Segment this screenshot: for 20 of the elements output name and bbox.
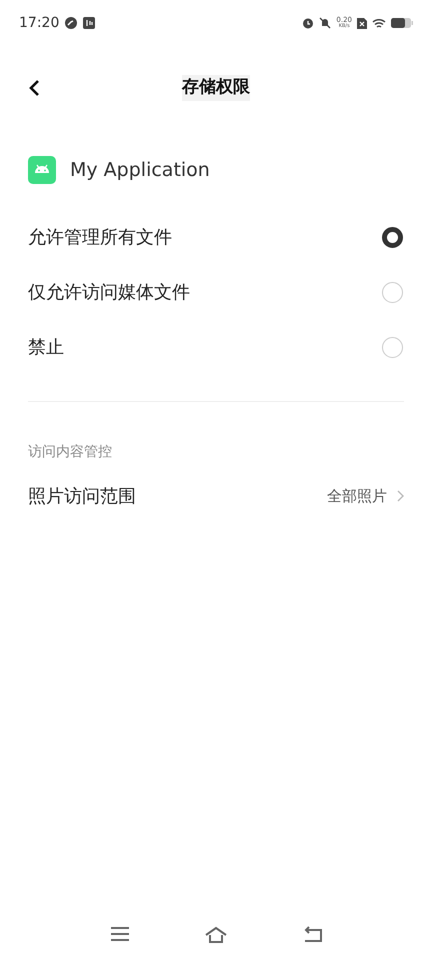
android-app-icon [28,156,56,184]
back-icon[interactable] [302,926,322,943]
setting-label[interactable]: 照片访问范围 [28,482,136,510]
setting-value: 全部照片 [327,486,387,507]
wifi-icon [372,18,386,28]
option-label: 禁止 [28,336,64,360]
menu-icon[interactable] [110,926,130,942]
status-time: 17:20 [19,14,60,32]
app-name: My Application [70,158,210,183]
sim-card-icon [357,17,367,29]
alarm-icon [302,17,314,29]
page-title: 存储权限 [182,75,250,101]
home-icon[interactable] [204,926,228,944]
option-label: 仅允许访问媒体文件 [28,281,190,305]
battery-icon [391,18,413,28]
radio-button[interactable] [382,227,403,248]
muted-bell-icon [319,17,332,29]
option-label: 允许管理所有文件 [28,226,172,250]
section-title: 访问内容管控 [28,443,112,462]
chevron-right-icon [397,490,404,502]
